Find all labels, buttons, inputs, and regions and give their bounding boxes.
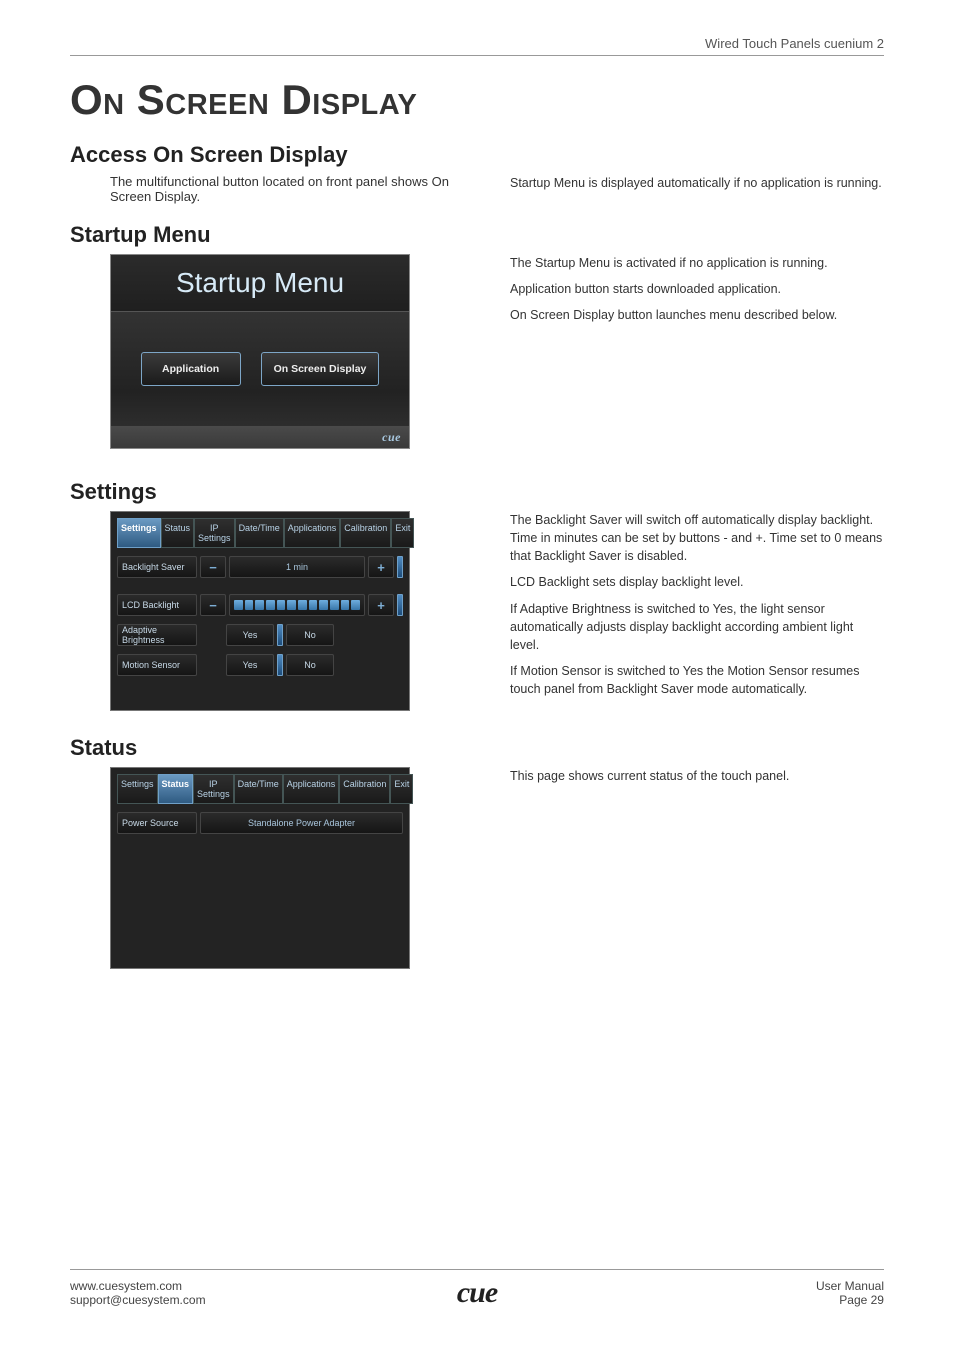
motion-sensor-label: Motion Sensor bbox=[117, 654, 197, 676]
spacer bbox=[337, 654, 403, 676]
backlight-saver-plus-button[interactable]: + bbox=[368, 556, 394, 578]
adaptive-no-button[interactable]: No bbox=[286, 624, 334, 646]
backlight-saver-minus-button[interactable]: − bbox=[200, 556, 226, 578]
status-empty-area bbox=[117, 842, 403, 962]
bar-cell bbox=[234, 600, 243, 610]
bar-cell bbox=[266, 600, 275, 610]
bar-cell bbox=[255, 600, 264, 610]
adaptive-indicator bbox=[277, 624, 283, 646]
bar-cell bbox=[277, 600, 286, 610]
bar-cell bbox=[319, 600, 328, 610]
page-title: On Screen Display bbox=[70, 76, 884, 124]
tab-status[interactable]: Status bbox=[161, 518, 195, 548]
settings-desc-2: If Adaptive Brightness is switched to Ye… bbox=[510, 600, 884, 654]
tab-calibration[interactable]: Calibration bbox=[339, 774, 390, 804]
status-tab-row: Settings Status IP Settings Date/Time Ap… bbox=[117, 774, 403, 804]
backlight-saver-value: 1 min bbox=[229, 556, 365, 578]
lcd-backlight-label: LCD Backlight bbox=[117, 594, 197, 616]
footer-site: www.cuesystem.com bbox=[70, 1279, 341, 1293]
bar-cell bbox=[330, 600, 339, 610]
startup-desc-2: On Screen Display button launches menu d… bbox=[510, 306, 884, 324]
tab-ipsettings[interactable]: IP Settings bbox=[194, 518, 235, 548]
settings-desc-0: The Backlight Saver will switch off auto… bbox=[510, 511, 884, 565]
bar-cell bbox=[351, 600, 360, 610]
status-panel: Settings Status IP Settings Date/Time Ap… bbox=[110, 767, 410, 969]
page-header: Wired Touch Panels cuenium 2 bbox=[70, 36, 884, 56]
settings-panel: Settings Status IP Settings Date/Time Ap… bbox=[110, 511, 410, 711]
lcd-backlight-bar bbox=[229, 594, 365, 616]
status-desc: This page shows current status of the to… bbox=[510, 767, 884, 785]
bar-cell bbox=[341, 600, 350, 610]
lcd-backlight-indicator bbox=[397, 594, 403, 616]
section-startup-heading: Startup Menu bbox=[70, 222, 884, 248]
footer-manual: User Manual bbox=[613, 1279, 884, 1293]
backlight-saver-indicator bbox=[397, 556, 403, 578]
tab-datetime[interactable]: Date/Time bbox=[235, 518, 284, 548]
motion-yes-button[interactable]: Yes bbox=[226, 654, 274, 676]
footer-page: Page 29 bbox=[613, 1293, 884, 1307]
tab-applications[interactable]: Applications bbox=[283, 774, 340, 804]
section-settings-heading: Settings bbox=[70, 479, 884, 505]
power-source-label: Power Source bbox=[117, 812, 197, 834]
cue-logo: cue bbox=[457, 1276, 497, 1309]
power-source-value: Standalone Power Adapter bbox=[200, 812, 403, 834]
section-status-heading: Status bbox=[70, 735, 884, 761]
section-access-heading: Access On Screen Display bbox=[70, 142, 884, 168]
tab-exit[interactable]: Exit bbox=[391, 518, 414, 548]
tab-applications[interactable]: Applications bbox=[284, 518, 341, 548]
bar-cell bbox=[309, 600, 318, 610]
bar-cell bbox=[298, 600, 307, 610]
startup-panel-title: Startup Menu bbox=[111, 255, 409, 312]
tab-ipsettings[interactable]: IP Settings bbox=[193, 774, 234, 804]
access-right-text: Startup Menu is displayed automatically … bbox=[510, 174, 884, 192]
startup-desc-1: Application button starts downloaded app… bbox=[510, 280, 884, 298]
motion-no-button[interactable]: No bbox=[286, 654, 334, 676]
startup-desc-0: The Startup Menu is activated if no appl… bbox=[510, 254, 884, 272]
settings-tab-row: Settings Status IP Settings Date/Time Ap… bbox=[117, 518, 403, 548]
access-left-text: The multifunctional button located on fr… bbox=[110, 174, 470, 204]
tab-calibration[interactable]: Calibration bbox=[340, 518, 391, 548]
tab-datetime[interactable]: Date/Time bbox=[234, 774, 283, 804]
application-button[interactable]: Application bbox=[141, 352, 241, 386]
adaptive-brightness-label: Adaptive Brightness bbox=[117, 624, 197, 646]
startup-menu-panel: Startup Menu Application On Screen Displ… bbox=[110, 254, 410, 449]
lcd-backlight-plus-button[interactable]: + bbox=[368, 594, 394, 616]
lcd-backlight-minus-button[interactable]: − bbox=[200, 594, 226, 616]
spacer bbox=[337, 624, 403, 646]
tab-exit[interactable]: Exit bbox=[390, 774, 413, 804]
backlight-saver-label: Backlight Saver bbox=[117, 556, 197, 578]
tab-settings[interactable]: Settings bbox=[117, 774, 158, 804]
settings-desc-3: If Motion Sensor is switched to Yes the … bbox=[510, 662, 884, 698]
startup-panel-footer: cue bbox=[111, 426, 409, 448]
cue-brand-mini: cue bbox=[382, 430, 401, 444]
osd-button[interactable]: On Screen Display bbox=[261, 352, 380, 386]
motion-indicator bbox=[277, 654, 283, 676]
footer-email: support@cuesystem.com bbox=[70, 1293, 341, 1307]
tab-status[interactable]: Status bbox=[158, 774, 194, 804]
bar-cell bbox=[287, 600, 296, 610]
product-name: Wired Touch Panels cuenium 2 bbox=[705, 36, 884, 51]
page-footer: www.cuesystem.com support@cuesystem.com … bbox=[70, 1269, 884, 1310]
settings-desc-1: LCD Backlight sets display backlight lev… bbox=[510, 573, 884, 591]
adaptive-yes-button[interactable]: Yes bbox=[226, 624, 274, 646]
bar-cell bbox=[245, 600, 254, 610]
tab-settings[interactable]: Settings bbox=[117, 518, 161, 548]
